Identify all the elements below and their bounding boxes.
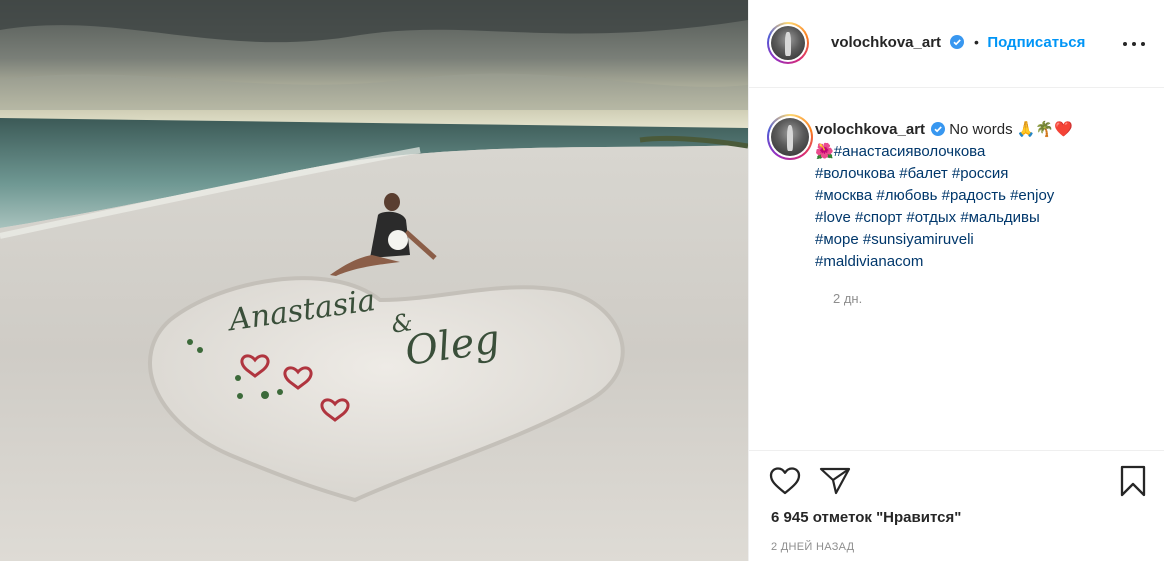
hashtag-link[interactable]: #мальдивы	[960, 209, 1039, 226]
hashtag-link[interactable]: #балет	[899, 165, 947, 182]
separator-dot: •	[973, 34, 979, 50]
caption-username-link[interactable]: volochkova_art	[815, 121, 925, 138]
hashtag-link[interactable]: #анастасияволочкова	[834, 143, 986, 160]
post-header: volochkova_art • Подписаться	[749, 0, 1164, 88]
hashtag-link[interactable]: #москва	[815, 187, 872, 204]
hashtag-link[interactable]: #любовь	[876, 187, 937, 204]
avatar-photo	[771, 26, 805, 60]
share-paper-plane-icon[interactable]	[819, 466, 851, 501]
hashtag-link[interactable]: #море	[815, 231, 859, 248]
header-user: volochkova_art • Подписаться	[831, 34, 1085, 52]
caption-avatar[interactable]	[767, 114, 813, 160]
verified-badge-icon	[931, 122, 946, 136]
like-heart-icon[interactable]	[769, 466, 801, 501]
caption-time[interactable]: 2 дн.	[833, 291, 862, 306]
post-sidebar: volochkova_art • Подписаться volochkova_…	[748, 0, 1164, 561]
post-date[interactable]: 2 ДНЕЙ НАЗАД	[771, 541, 854, 553]
verified-badge-icon	[949, 35, 964, 49]
hashtag-link[interactable]: #sunsiyamiruveli	[863, 231, 974, 248]
caption-text: No words	[949, 121, 1013, 138]
hashtag-link[interactable]: #россия	[952, 165, 1009, 182]
hashtag-link[interactable]: #спорт	[855, 209, 902, 226]
hashtag-link[interactable]: #волочкова	[815, 165, 895, 182]
post-caption: volochkova_art No words 🙏🌴❤️ 🌺#анастасия…	[815, 119, 1135, 273]
bookmark-icon[interactable]	[1119, 465, 1147, 502]
hashtag-link[interactable]: #love	[815, 209, 851, 226]
hashtag-link[interactable]: #радость	[942, 187, 1006, 204]
hashtag-link[interactable]: #maldivianacom	[815, 253, 923, 270]
username-link[interactable]: volochkova_art	[831, 34, 941, 51]
caption-emoji: 🙏🌴❤️	[1016, 121, 1073, 138]
post-photo[interactable]: Anastasia & Oleg	[0, 0, 748, 561]
hashtag-link[interactable]: #enjoy	[1010, 187, 1054, 204]
flower-emoji: 🌺	[815, 143, 834, 160]
hashtag-link[interactable]: #отдых	[906, 209, 956, 226]
likes-count[interactable]: 6 945 отметок "Нравится"	[771, 509, 961, 526]
beach-photo-illustration	[0, 0, 748, 561]
follow-button[interactable]: Подписаться	[987, 34, 1085, 51]
more-options-icon[interactable]	[1123, 34, 1145, 54]
avatar[interactable]	[767, 22, 809, 64]
